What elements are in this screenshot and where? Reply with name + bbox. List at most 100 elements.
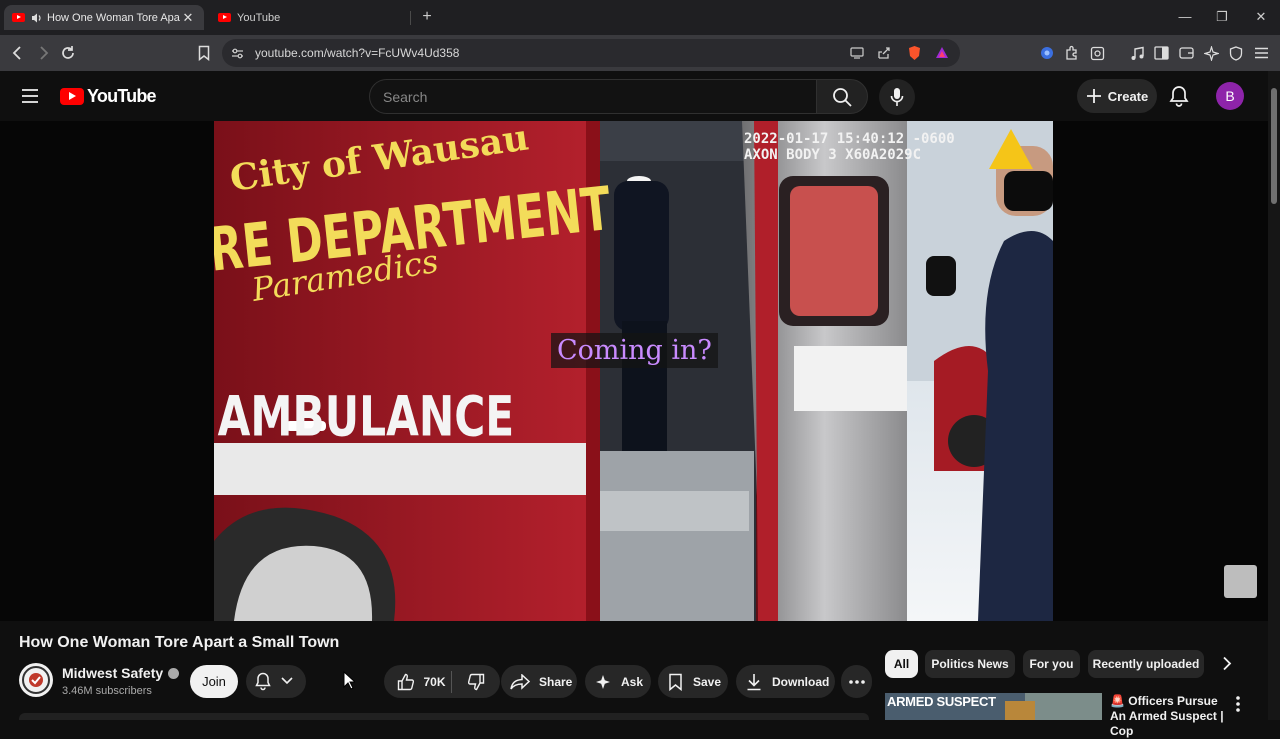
subscriber-count: 3.46M subscribers — [62, 685, 152, 697]
recommendation-title-text: Officers Pursue An Armed Suspect | Cop — [1110, 694, 1224, 738]
browser-toolbar: youtube.com/watch?v=FcUWv4Ud358 — [0, 35, 1280, 71]
video-title: How One Woman Tore Apart a Small Town — [19, 634, 340, 651]
chip-recently-uploaded[interactable]: Recently uploaded — [1088, 650, 1204, 678]
url-text: youtube.com/watch?v=FcUWv4Ud358 — [255, 46, 460, 60]
maximize-icon[interactable]: ❐ — [1213, 8, 1231, 26]
recommendation-thumbnail[interactable]: ARMED SUSPECT — [885, 693, 1102, 720]
search-button[interactable] — [816, 79, 868, 114]
close-icon[interactable]: ✕ — [180, 10, 196, 26]
overlay-device: AXON BODY 3 X60A2029C — [744, 147, 922, 163]
screenshot-icon[interactable] — [1088, 44, 1106, 62]
media-control-icon[interactable] — [1128, 44, 1146, 62]
channel-name-text: Midwest Safety — [62, 665, 164, 681]
sparkle-icon — [596, 674, 610, 689]
cast-icon[interactable] — [850, 46, 864, 60]
ambulance-text-line4: AMBULANCE — [218, 384, 515, 449]
search-placeholder: Search — [383, 89, 428, 105]
share-page-icon[interactable] — [877, 46, 891, 60]
more-vertical-icon[interactable] — [1236, 696, 1240, 712]
dislike-button[interactable] — [452, 665, 500, 698]
join-button[interactable]: Join — [190, 665, 238, 698]
browser-tab-strip: How One Woman Tore Apart a Small Town ✕ … — [0, 0, 1280, 35]
bell-icon — [255, 672, 271, 691]
create-button[interactable]: Create — [1077, 79, 1157, 113]
share-icon — [510, 673, 530, 690]
share-button[interactable]: Share — [501, 665, 577, 698]
forward-icon[interactable] — [33, 43, 53, 63]
reload-icon[interactable] — [58, 43, 78, 63]
site-info-icon[interactable] — [231, 47, 244, 60]
microphone-icon — [890, 88, 904, 106]
tab-title: How One Woman Tore Apart a Small Town — [47, 11, 180, 24]
hamburger-menu-icon[interactable] — [22, 89, 38, 103]
bodycam-footage-image: City of Wausau RE DEPARTMENT Paramedics … — [214, 121, 1053, 621]
youtube-header: YouTube Search Create B — [0, 71, 1268, 121]
shield-icon[interactable] — [1227, 44, 1245, 62]
more-horizontal-icon — [848, 679, 865, 684]
video-frame[interactable]: City of Wausau RE DEPARTMENT Paramedics … — [214, 121, 1053, 621]
voice-search-button[interactable] — [879, 79, 915, 115]
channel-watermark-icon[interactable] — [1224, 565, 1257, 598]
thumbnail-text: ARMED SUSPECT — [887, 694, 996, 709]
create-label: Create — [1107, 88, 1149, 104]
thumbs-down-icon — [467, 673, 485, 690]
save-label: Save — [693, 674, 722, 689]
sidebar-icon[interactable] — [1152, 44, 1170, 62]
back-icon[interactable] — [8, 43, 28, 63]
chevron-down-icon — [281, 677, 293, 685]
chip-all[interactable]: All — [885, 650, 918, 678]
ask-label: Ask — [621, 674, 644, 689]
like-dislike-group: 70K — [384, 665, 500, 698]
extensions-icon[interactable] — [1063, 44, 1081, 62]
youtube-favicon-icon — [218, 13, 231, 22]
more-actions-button[interactable] — [841, 665, 872, 698]
plus-icon — [1086, 89, 1101, 103]
video-caption: Coming in? — [551, 333, 718, 368]
save-button[interactable]: Save — [658, 665, 728, 698]
account-avatar[interactable]: B — [1216, 82, 1244, 110]
tab-divider — [410, 11, 411, 25]
bodycam-overlay: 2022-01-17 15:40:12 -0600 AXON BODY 3 X6… — [744, 131, 955, 163]
description-box[interactable] — [19, 713, 869, 720]
leo-ai-icon[interactable] — [1202, 44, 1220, 62]
scrollbar-thumb[interactable] — [1271, 88, 1277, 204]
verified-badge-icon — [168, 667, 180, 679]
address-bar[interactable]: youtube.com/watch?v=FcUWv4Ud358 — [222, 39, 960, 67]
share-label: Share — [539, 674, 573, 689]
window-close-icon[interactable]: ✕ — [1252, 8, 1270, 26]
notifications-bell-icon[interactable] — [1169, 85, 1189, 107]
rewards-icon[interactable] — [935, 46, 949, 59]
like-button[interactable]: 70K — [384, 665, 451, 698]
download-label: Download — [772, 674, 830, 689]
download-button[interactable]: Download — [736, 665, 835, 698]
vpn-icon[interactable] — [1038, 44, 1056, 62]
bookmark-icon[interactable] — [194, 43, 214, 63]
minimize-icon[interactable]: — — [1176, 8, 1194, 26]
youtube-logo[interactable]: YouTube — [60, 86, 157, 107]
alert-siren-icon: 🚨 — [1110, 694, 1125, 708]
chip-for-you[interactable]: For you — [1023, 650, 1080, 678]
recommendation-title[interactable]: 🚨 Officers Pursue An Armed Suspect | Cop — [1110, 694, 1230, 739]
channel-avatar[interactable] — [19, 663, 53, 697]
thumbs-up-icon — [398, 673, 415, 690]
chevron-right-icon[interactable] — [1222, 656, 1232, 671]
menu-icon[interactable] — [1252, 44, 1270, 62]
save-bookmark-icon — [669, 673, 682, 691]
brave-shield-icon[interactable] — [907, 45, 922, 61]
youtube-favicon-icon — [12, 13, 25, 22]
tab-current-video[interactable]: How One Woman Tore Apart a Small Town ✕ — [4, 5, 204, 30]
youtube-play-icon — [60, 88, 84, 105]
ask-button[interactable]: Ask — [585, 665, 651, 698]
chip-politics-news[interactable]: Politics News — [925, 650, 1015, 678]
mouse-cursor-icon — [343, 671, 355, 690]
video-player[interactable]: City of Wausau RE DEPARTMENT Paramedics … — [0, 121, 1268, 621]
search-input[interactable]: Search — [369, 79, 816, 114]
logo-text: YouTube — [87, 86, 157, 106]
tab-youtube[interactable]: YouTube — [210, 5, 410, 30]
speaker-icon[interactable] — [31, 12, 43, 24]
new-tab-icon[interactable]: + — [418, 8, 436, 26]
channel-name[interactable]: Midwest Safety — [62, 665, 180, 681]
wallet-icon[interactable] — [1177, 44, 1195, 62]
tab-title: YouTube — [237, 11, 281, 24]
subscription-bell-button[interactable] — [246, 665, 306, 698]
